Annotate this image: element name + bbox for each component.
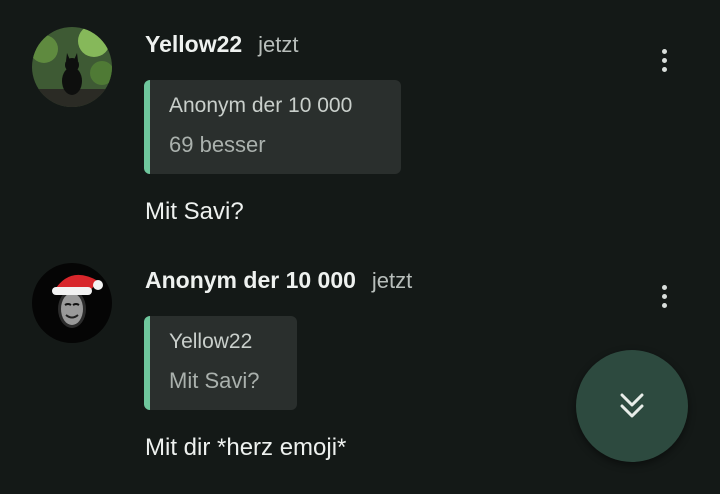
- quote-text: Mit Savi?: [169, 368, 260, 393]
- double-chevron-down-icon: [620, 393, 644, 418]
- avatar[interactable]: [32, 27, 112, 107]
- scroll-to-bottom-button[interactable]: [576, 350, 688, 462]
- quote-author: Yellow22: [169, 330, 253, 353]
- more-options-button[interactable]: [646, 42, 682, 78]
- quote-accent-bar: [144, 80, 150, 174]
- quoted-reply[interactable]: Yellow22 Mit Savi?: [144, 316, 297, 410]
- quoted-reply[interactable]: Anonym der 10 000 69 besser: [144, 80, 401, 174]
- avatar[interactable]: [32, 263, 112, 343]
- more-vertical-icon: [661, 48, 667, 54]
- message-text: Mit Savi?: [145, 198, 244, 225]
- author-name[interactable]: Yellow22: [145, 31, 242, 58]
- author-name[interactable]: Anonym der 10 000: [145, 267, 356, 294]
- more-vertical-icon: [661, 284, 667, 290]
- message-text: Mit dir *herz emoji*: [145, 434, 347, 461]
- quote-author: Anonym der 10 000: [169, 94, 353, 117]
- quote-accent-bar: [144, 316, 150, 410]
- quote-text: 69 besser: [169, 132, 266, 157]
- anonymous-mask-santa-hat-avatar-icon: [32, 263, 112, 343]
- timestamp: jetzt: [371, 268, 413, 293]
- black-cat-avatar-icon: [32, 27, 112, 107]
- more-options-button[interactable]: [646, 278, 682, 314]
- timestamp: jetzt: [258, 32, 299, 57]
